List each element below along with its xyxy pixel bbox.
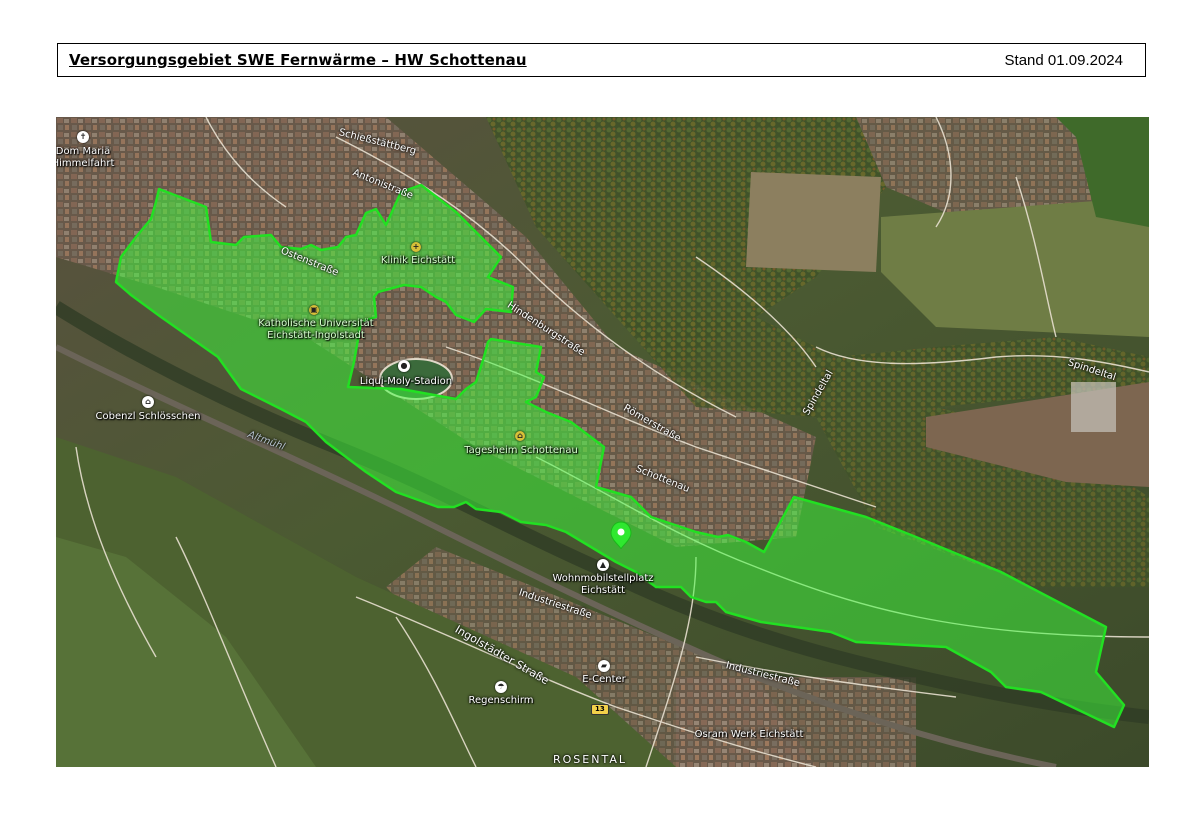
label-wohnmobilstellplatz: Wohnmobilstellplatz Eichstätt [552,573,654,596]
label-cobenzl: Cobenzl Schlösschen [95,411,201,422]
umbrella-icon[interactable]: ☂ [495,681,507,693]
road-shield-13: 13 [591,704,609,715]
castle-icon[interactable]: ⌂ [142,396,154,408]
label-tagesheim: Tagesheim Schottenau [464,445,578,456]
school-icon[interactable]: ⌂ [515,431,525,441]
page-title: Versorgungsgebiet SWE Fernwärme – HW Sch… [69,51,527,69]
header-box: Versorgungsgebiet SWE Fernwärme – HW Sch… [57,43,1146,77]
hospital-icon[interactable]: + [411,242,421,252]
district-label-rosental: ROSENTAL [553,753,627,766]
building-east [1071,382,1116,432]
church-icon[interactable]: ✝ [77,131,89,143]
stadium-icon[interactable]: ● [398,360,410,372]
label-ecenter: E-Center [582,674,626,685]
label-osram: Osram Werk Eichstätt [694,729,804,740]
label-klinik: Klinik Eichstätt [380,255,456,266]
satellite-map[interactable]: ✝ + ▣ ● ⌂ ⌂ ▲ ▰ ☂ Dom Mariä Himmelfahrt … [56,117,1149,767]
field-north [746,172,881,272]
shopping-icon[interactable]: ▰ [598,660,610,672]
label-regenschirm: Regenschirm [468,695,534,706]
label-universitaet: Katholische Universität Eichstätt-Ingols… [258,318,374,341]
label-dom: Dom Mariä Himmelfahrt [56,146,115,169]
label-stadion: Liqui-Moly-Stadion [359,376,453,387]
university-icon[interactable]: ▣ [309,305,319,315]
date-stamp: Stand 01.09.2024 [1004,51,1123,69]
camping-icon[interactable]: ▲ [597,559,609,571]
